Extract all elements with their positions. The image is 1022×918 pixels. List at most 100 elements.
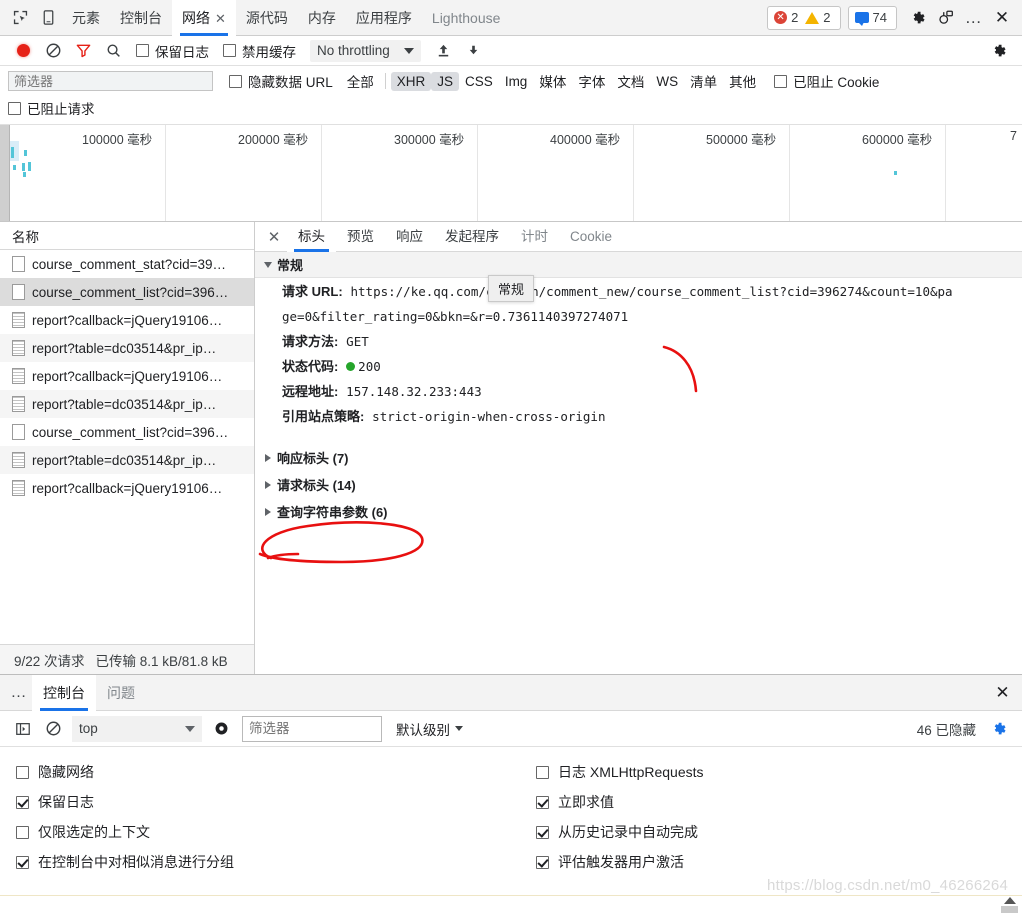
overview-left-handle[interactable] bbox=[0, 125, 10, 221]
filter-type-img[interactable]: Img bbox=[499, 72, 534, 91]
scroll-to-top-control[interactable] bbox=[1001, 896, 1018, 918]
console-filter-input[interactable] bbox=[242, 715, 382, 742]
error-warning-badge[interactable]: ✕ 2 2 bbox=[767, 5, 841, 30]
tab-console[interactable]: 控制台 bbox=[110, 0, 172, 36]
devices-icon[interactable] bbox=[932, 4, 960, 32]
close-drawer-icon[interactable]: ✕ bbox=[990, 680, 1016, 706]
clear-console-icon[interactable] bbox=[38, 716, 68, 742]
tab-network[interactable]: 网络 ✕ bbox=[172, 0, 236, 36]
filter-type-all[interactable]: 全部 bbox=[341, 69, 380, 93]
console-level-select[interactable]: 默认级别 bbox=[396, 719, 463, 739]
network-filter-input[interactable] bbox=[8, 71, 213, 91]
preserve-log-box bbox=[136, 44, 149, 57]
message-badge[interactable]: 74 bbox=[847, 5, 897, 30]
request-list-column-header[interactable]: 名称 bbox=[0, 222, 254, 250]
table-row[interactable]: report?table=dc03514&pr_ip… bbox=[0, 334, 254, 362]
tab-lighthouse[interactable]: Lighthouse bbox=[422, 0, 511, 36]
table-row[interactable]: course_comment_list?cid=396… bbox=[0, 418, 254, 446]
throttling-select[interactable]: No throttling bbox=[310, 39, 421, 62]
blocked-requests-checkbox[interactable]: 已阻止请求 bbox=[8, 98, 95, 118]
console-settings-panel: 隐藏网络 保留日志 仅限选定的上下文 在控制台中对相似消息进行分组 日志 XML… bbox=[0, 747, 1022, 877]
console-settings-gear[interactable] bbox=[984, 716, 1014, 742]
preserve-log-checkbox[interactable]: 保留日志 bbox=[136, 41, 209, 61]
setting-group-similar[interactable]: 在控制台中对相似消息进行分组 bbox=[0, 847, 511, 877]
filter-button[interactable] bbox=[68, 38, 98, 64]
eager-eval-box bbox=[536, 795, 549, 809]
filter-type-xhr[interactable]: XHR bbox=[390, 71, 432, 91]
import-har-icon[interactable] bbox=[429, 38, 459, 64]
setting-hide-network[interactable]: 隐藏网络 bbox=[0, 757, 511, 787]
response-headers-section[interactable]: 响应标头 (7) bbox=[255, 444, 1022, 471]
request-headers-section[interactable]: 请求标头 (14) bbox=[255, 471, 1022, 498]
chevron-up-icon bbox=[1003, 897, 1016, 904]
tab-headers[interactable]: 标头 bbox=[287, 222, 336, 252]
console-hidden-count: 46 已隐藏 bbox=[916, 722, 976, 738]
devtools-tabbar: 元素 控制台 网络 ✕ 源代码 内存 应用程序 Lighthouse ✕ 2 2 … bbox=[0, 0, 1022, 36]
tab-cookies[interactable]: Cookie bbox=[559, 222, 623, 252]
setting-autocomplete-history[interactable]: 从历史记录中自动完成 bbox=[511, 817, 1022, 847]
request-name: course_comment_list?cid=396… bbox=[32, 284, 229, 300]
clear-button[interactable] bbox=[38, 38, 68, 64]
setting-log-xhr[interactable]: 日志 XMLHttpRequests bbox=[511, 757, 1022, 787]
device-toolbar-icon[interactable] bbox=[34, 4, 62, 32]
scrollbar-thumb[interactable] bbox=[1001, 906, 1018, 913]
filter-type-font[interactable]: 字体 bbox=[572, 69, 611, 93]
console-sidebar-icon[interactable] bbox=[8, 716, 38, 742]
disable-cache-checkbox[interactable]: 禁用缓存 bbox=[223, 41, 296, 61]
close-devtools-icon[interactable]: ✕ bbox=[988, 4, 1016, 32]
execution-context-select[interactable]: top bbox=[72, 715, 202, 742]
network-overview-timeline[interactable]: 100000 毫秒 200000 毫秒 300000 毫秒 400000 毫秒 … bbox=[0, 125, 1022, 222]
table-row[interactable]: report?callback=jQuery19106… bbox=[0, 362, 254, 390]
overview-tick-2: 200000 毫秒 bbox=[238, 133, 309, 147]
table-row[interactable]: course_comment_list?cid=396… bbox=[0, 278, 254, 306]
filter-type-js[interactable]: JS bbox=[431, 71, 460, 91]
tab-initiator[interactable]: 发起程序 bbox=[434, 222, 510, 252]
tab-elements[interactable]: 元素 bbox=[62, 0, 110, 36]
filter-type-manifest[interactable]: 清单 bbox=[684, 69, 723, 93]
live-expression-icon[interactable] bbox=[206, 716, 236, 742]
filter-type-css[interactable]: CSS bbox=[459, 72, 499, 91]
drawer-tab-issues[interactable]: 问题 bbox=[96, 675, 146, 711]
hide-data-urls-checkbox[interactable]: 隐藏数据 URL bbox=[229, 71, 333, 91]
network-settings-gear[interactable] bbox=[984, 38, 1014, 64]
console-settings-right-column: 日志 XMLHttpRequests 立即求值 从历史记录中自动完成 评估触发器… bbox=[511, 757, 1022, 877]
filter-type-media[interactable]: 媒体 bbox=[533, 69, 572, 93]
setting-eager-eval[interactable]: 立即求值 bbox=[511, 787, 1022, 817]
more-options-icon[interactable]: … bbox=[960, 4, 988, 32]
table-row[interactable]: report?table=dc03514&pr_ip… bbox=[0, 390, 254, 418]
setting-selected-context-only[interactable]: 仅限选定的上下文 bbox=[0, 817, 511, 847]
chevron-down-icon bbox=[403, 47, 414, 54]
table-row[interactable]: course_comment_stat?cid=39… bbox=[0, 250, 254, 278]
overview-body[interactable]: 100000 毫秒 200000 毫秒 300000 毫秒 400000 毫秒 … bbox=[10, 125, 1022, 221]
drawer-tab-console[interactable]: 控制台 bbox=[32, 674, 96, 711]
script-icon bbox=[12, 312, 25, 328]
tab-timing[interactable]: 计时 bbox=[510, 222, 559, 252]
filter-type-doc[interactable]: 文档 bbox=[611, 69, 650, 93]
table-row[interactable]: report?table=dc03514&pr_ip… bbox=[0, 446, 254, 474]
request-list[interactable]: course_comment_stat?cid=39… course_comme… bbox=[0, 250, 254, 644]
setting-user-activation[interactable]: 评估触发器用户激活 bbox=[511, 847, 1022, 877]
close-network-tab-icon[interactable]: ✕ bbox=[215, 11, 226, 26]
table-row[interactable]: report?callback=jQuery19106… bbox=[0, 306, 254, 334]
gear-icon[interactable] bbox=[904, 4, 932, 32]
tab-application[interactable]: 应用程序 bbox=[346, 0, 422, 36]
blocked-cookies-checkbox[interactable]: 已阻止 Cookie bbox=[774, 71, 879, 91]
drawer-more-icon[interactable]: … bbox=[6, 680, 32, 706]
tab-memory[interactable]: 内存 bbox=[298, 0, 346, 36]
record-button[interactable] bbox=[8, 38, 38, 64]
selected-context-only-label: 仅限选定的上下文 bbox=[38, 824, 150, 840]
tab-preview[interactable]: 预览 bbox=[336, 222, 385, 252]
export-har-icon[interactable] bbox=[459, 38, 489, 64]
query-string-params-section[interactable]: 查询字符串参数 (6) bbox=[255, 498, 1022, 525]
search-button[interactable] bbox=[98, 38, 128, 64]
close-detail-icon[interactable]: ✕ bbox=[261, 224, 287, 250]
table-row[interactable]: report?callback=jQuery19106… bbox=[0, 474, 254, 502]
filter-type-other[interactable]: 其他 bbox=[723, 69, 762, 93]
filter-type-ws[interactable]: WS bbox=[650, 72, 684, 91]
overview-bar bbox=[24, 150, 27, 156]
tab-response[interactable]: 响应 bbox=[385, 222, 434, 252]
setting-preserve-log[interactable]: 保留日志 bbox=[0, 787, 511, 817]
general-section-header[interactable]: 常规 bbox=[255, 252, 1022, 278]
inspect-element-icon[interactable] bbox=[6, 4, 34, 32]
tab-sources[interactable]: 源代码 bbox=[236, 0, 298, 36]
